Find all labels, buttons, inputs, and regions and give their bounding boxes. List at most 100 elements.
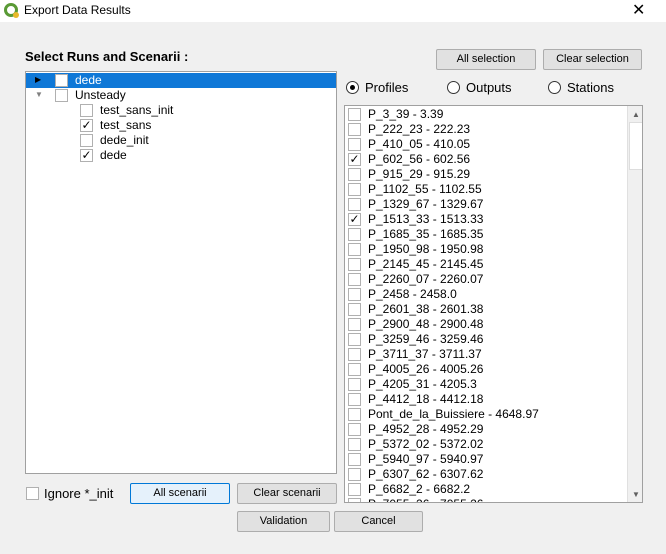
list-item[interactable]: P_5940_97 - 5940.97 (345, 452, 627, 467)
list-item-checkbox[interactable] (348, 108, 361, 121)
list-item-label: P_2458 - 2458.0 (368, 287, 457, 301)
items-list[interactable]: P_3_39 - 3.39 P_222_23 - 222.23 P_410_05 -… (344, 105, 643, 503)
tree-item-checkbox[interactable] (80, 134, 93, 147)
ignore-init-label: Ignore *_init (44, 486, 114, 501)
list-item-checkbox[interactable] (348, 243, 361, 256)
list-item[interactable]: Pont_de_la_Buissiere - 4648.97 (345, 407, 627, 422)
list-item-label: Pont_de_la_Buissiere - 4648.97 (368, 407, 539, 421)
radio-label: Stations (567, 80, 614, 95)
all-selection-button[interactable]: All selection (436, 49, 536, 70)
vertical-scrollbar[interactable]: ▲ ▼ (627, 106, 642, 502)
list-item[interactable]: P_3_39 - 3.39 (345, 107, 627, 122)
list-item[interactable]: P_3711_37 - 3711.37 (345, 347, 627, 362)
tree-item-checkbox[interactable]: ✓ (80, 119, 93, 132)
list-item-checkbox[interactable] (348, 138, 361, 151)
tree-item-label: test_sans_init (100, 103, 174, 117)
list-item-checkbox[interactable] (348, 258, 361, 271)
radio-profiles[interactable] (346, 81, 359, 94)
tree-item-checkbox[interactable] (80, 104, 93, 117)
list-item-checkbox[interactable] (348, 498, 361, 502)
list-item[interactable]: P_915_29 - 915.29 (345, 167, 627, 182)
list-item[interactable]: P_1685_35 - 1685.35 (345, 227, 627, 242)
list-item-checkbox[interactable] (348, 393, 361, 406)
list-item[interactable]: P_4205_31 - 4205.3 (345, 377, 627, 392)
list-item[interactable]: P_5372_02 - 5372.02 (345, 437, 627, 452)
list-item[interactable]: P_1950_98 - 1950.98 (345, 242, 627, 257)
list-item[interactable]: P_1329_67 - 1329.67 (345, 197, 627, 212)
scroll-down-icon[interactable]: ▼ (632, 490, 640, 499)
tree-item[interactable]: ▼ Unsteady (26, 88, 336, 103)
list-item-checkbox[interactable] (348, 288, 361, 301)
list-item-checkbox[interactable]: ✓ (348, 213, 361, 226)
list-item-checkbox[interactable] (348, 363, 361, 376)
list-item-label: P_3_39 - 3.39 (368, 107, 444, 121)
list-item-checkbox[interactable] (348, 183, 361, 196)
list-item-label: P_6682_2 - 6682.2 (368, 482, 471, 496)
tree-item[interactable]: ✓ test_sans (26, 118, 336, 133)
list-item-checkbox[interactable] (348, 423, 361, 436)
list-item[interactable]: P_6307_62 - 6307.62 (345, 467, 627, 482)
ignore-init-checkbox[interactable] (26, 487, 39, 500)
list-item[interactable]: P_4412_18 - 4412.18 (345, 392, 627, 407)
list-item-label: P_4205_31 - 4205.3 (368, 377, 477, 391)
radio-stations[interactable] (548, 81, 561, 94)
list-item-checkbox[interactable] (348, 333, 361, 346)
close-icon[interactable]: ✕ (632, 0, 645, 20)
list-item-checkbox[interactable] (348, 228, 361, 241)
runs-tree[interactable]: ▶ dede ▼ Unsteady test_sans_init ✓ test_sans de… (25, 71, 337, 474)
tree-item-checkbox[interactable]: ✓ (80, 149, 93, 162)
scrollbar-thumb[interactable] (629, 122, 642, 170)
tree-item[interactable]: dede_init (26, 133, 336, 148)
list-item[interactable]: ✓ P_1513_33 - 1513.33 (345, 212, 627, 227)
list-item[interactable]: P_3259_46 - 3259.46 (345, 332, 627, 347)
expand-arrow-icon[interactable]: ▶ (35, 75, 41, 84)
scroll-up-icon[interactable]: ▲ (632, 110, 640, 119)
collapse-arrow-icon[interactable]: ▼ (35, 90, 43, 99)
list-item-label: P_222_23 - 222.23 (368, 122, 471, 136)
list-item[interactable]: P_4005_26 - 4005.26 (345, 362, 627, 377)
list-item-checkbox[interactable] (348, 168, 361, 181)
list-item-checkbox[interactable] (348, 318, 361, 331)
list-item-checkbox[interactable] (348, 483, 361, 496)
list-item[interactable]: P_2145_45 - 2145.45 (345, 257, 627, 272)
list-item-checkbox[interactable] (348, 438, 361, 451)
list-item-label: P_1102_55 - 1102.55 (368, 182, 482, 196)
list-item-checkbox[interactable] (348, 198, 361, 211)
list-item-label: P_3711_37 - 3711.37 (368, 347, 482, 361)
tree-item-label: dede (75, 73, 102, 87)
tree-item[interactable]: ✓ dede (26, 148, 336, 163)
all-scenarii-button[interactable]: All scenarii (130, 483, 230, 504)
list-item-checkbox[interactable] (348, 378, 361, 391)
list-item-checkbox[interactable] (348, 273, 361, 286)
list-item-checkbox[interactable]: ✓ (348, 153, 361, 166)
list-item-label: P_410_05 - 410.05 (368, 137, 471, 151)
list-item-checkbox[interactable] (348, 468, 361, 481)
cancel-button[interactable]: Cancel (334, 511, 423, 532)
tree-item[interactable]: ▶ dede (26, 73, 336, 88)
clear-scenarii-button[interactable]: Clear scenarii (237, 483, 337, 504)
list-item-label: P_915_29 - 915.29 (368, 167, 471, 181)
list-item[interactable]: P_1102_55 - 1102.55 (345, 182, 627, 197)
radio-label: Outputs (466, 80, 512, 95)
list-item-checkbox[interactable] (348, 408, 361, 421)
clear-selection-button[interactable]: Clear selection (543, 49, 642, 70)
tree-item-checkbox[interactable] (55, 74, 68, 87)
list-item[interactable]: P_2601_38 - 2601.38 (345, 302, 627, 317)
tree-item-checkbox[interactable] (55, 89, 68, 102)
list-item-checkbox[interactable] (348, 303, 361, 316)
list-item-checkbox[interactable] (348, 453, 361, 466)
list-item[interactable]: P_7055_26 - 7055.26 (345, 497, 627, 502)
list-item[interactable]: P_2900_48 - 2900.48 (345, 317, 627, 332)
validation-button[interactable]: Validation (237, 511, 330, 532)
tree-item[interactable]: test_sans_init (26, 103, 336, 118)
list-item[interactable]: P_6682_2 - 6682.2 (345, 482, 627, 497)
list-item[interactable]: P_2458 - 2458.0 (345, 287, 627, 302)
list-item-checkbox[interactable] (348, 348, 361, 361)
list-item[interactable]: P_222_23 - 222.23 (345, 122, 627, 137)
list-item[interactable]: P_4952_28 - 4952.29 (345, 422, 627, 437)
list-item-checkbox[interactable] (348, 123, 361, 136)
list-item[interactable]: P_410_05 - 410.05 (345, 137, 627, 152)
list-item[interactable]: ✓ P_602_56 - 602.56 (345, 152, 627, 167)
radio-outputs[interactable] (447, 81, 460, 94)
list-item[interactable]: P_2260_07 - 2260.07 (345, 272, 627, 287)
